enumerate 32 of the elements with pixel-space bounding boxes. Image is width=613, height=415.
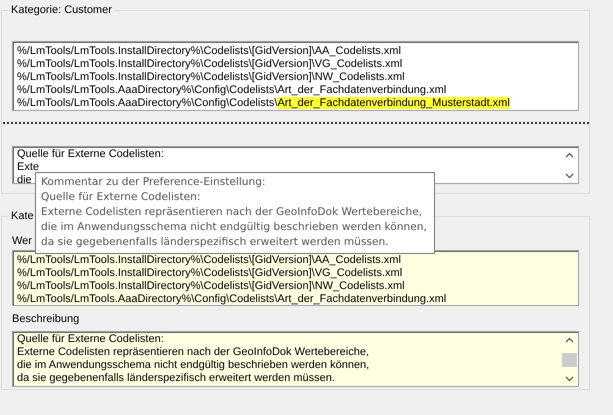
text-line: da sie gegebenenfalls länderspezifisch erweitert werden müssen. bbox=[17, 372, 335, 385]
text-line: %/LmTools/LmTools.InstallDirectory%\Codelists\[GidVersion]\AA_Codelists.xml bbox=[17, 254, 401, 267]
value-field[interactable] bbox=[12, 250, 579, 306]
text-line: %/LmTools/LmTools.InstallDirectory%\Codelists\[GidVersion]\NW_Codelists.xml bbox=[17, 280, 405, 293]
text-line: Quelle für Externe Codelisten: bbox=[17, 148, 164, 161]
description-field[interactable] bbox=[12, 331, 579, 387]
text-line: die im Anwendungsschema nicht endgültig beschrieben werden können, bbox=[17, 359, 370, 372]
text-line: %/LmTools/LmTools.AaaDirectory%\Config\Codelists\Art_der_Fachdatenverbindung.xml bbox=[17, 293, 446, 306]
scroll-up-icon[interactable] bbox=[565, 337, 574, 343]
group-title: Kategorie: Customer bbox=[10, 4, 113, 16]
tooltip-text: Quelle für Externe Codelisten: bbox=[41, 190, 200, 205]
tooltip-text: die im Anwendungsschema nicht endgültig beschrieben werden können, bbox=[41, 220, 427, 235]
scroll-thumb[interactable] bbox=[562, 352, 577, 366]
group-title: Kate bbox=[10, 210, 35, 222]
tooltip-text: Externe Codelisten repräsentieren nach der GeoInfoDok Wertebereiche, bbox=[41, 205, 422, 220]
text-line: %/LmTools/LmTools.InstallDirectory%\Codelists\[GidVersion]\VG_Codelists.xml bbox=[17, 267, 402, 280]
tooltip-text: da sie gegebenenfalls länderspezifisch erweitert werden müssen. bbox=[41, 235, 389, 250]
scroll-down-icon[interactable] bbox=[565, 173, 574, 179]
text-line: Quelle für Externe Codelisten: bbox=[17, 333, 164, 346]
text-line: %/LmTools/LmTools.InstallDirectory%\Codelists\[GidVersion]\NW_Codelists.xml bbox=[17, 71, 405, 84]
text-line: %/LmTools/LmTools.AaaDirectory%\Config\Codelists\Art_der_Fachdatenverbindung_Musterstadt.xml bbox=[17, 97, 510, 110]
value-field[interactable] bbox=[12, 41, 579, 111]
field-label: Beschreibung bbox=[12, 312, 80, 326]
text-line: %/LmTools/LmTools.InstallDirectory%\Codelists\[GidVersion]\VG_Codelists.xml bbox=[17, 58, 402, 71]
text-line: Externe Codelisten repräsentieren nach der GeoInfoDok Wertebereiche, bbox=[17, 346, 369, 359]
text-line: %/LmTools/LmTools.AaaDirectory%\Config\Codelists\Art_der_Fachdatenverbindung.xml bbox=[17, 84, 446, 97]
text-line: die bbox=[17, 174, 32, 183]
text-line: %/LmTools/LmTools.InstallDirectory%\Codelists\[GidVersion]\AA_Codelists.xml bbox=[17, 45, 401, 58]
text-line: Exte bbox=[17, 161, 40, 174]
scroll-down-icon[interactable] bbox=[565, 376, 574, 382]
scroll-up-icon[interactable] bbox=[565, 152, 574, 158]
field-label: Wer bbox=[12, 234, 32, 248]
